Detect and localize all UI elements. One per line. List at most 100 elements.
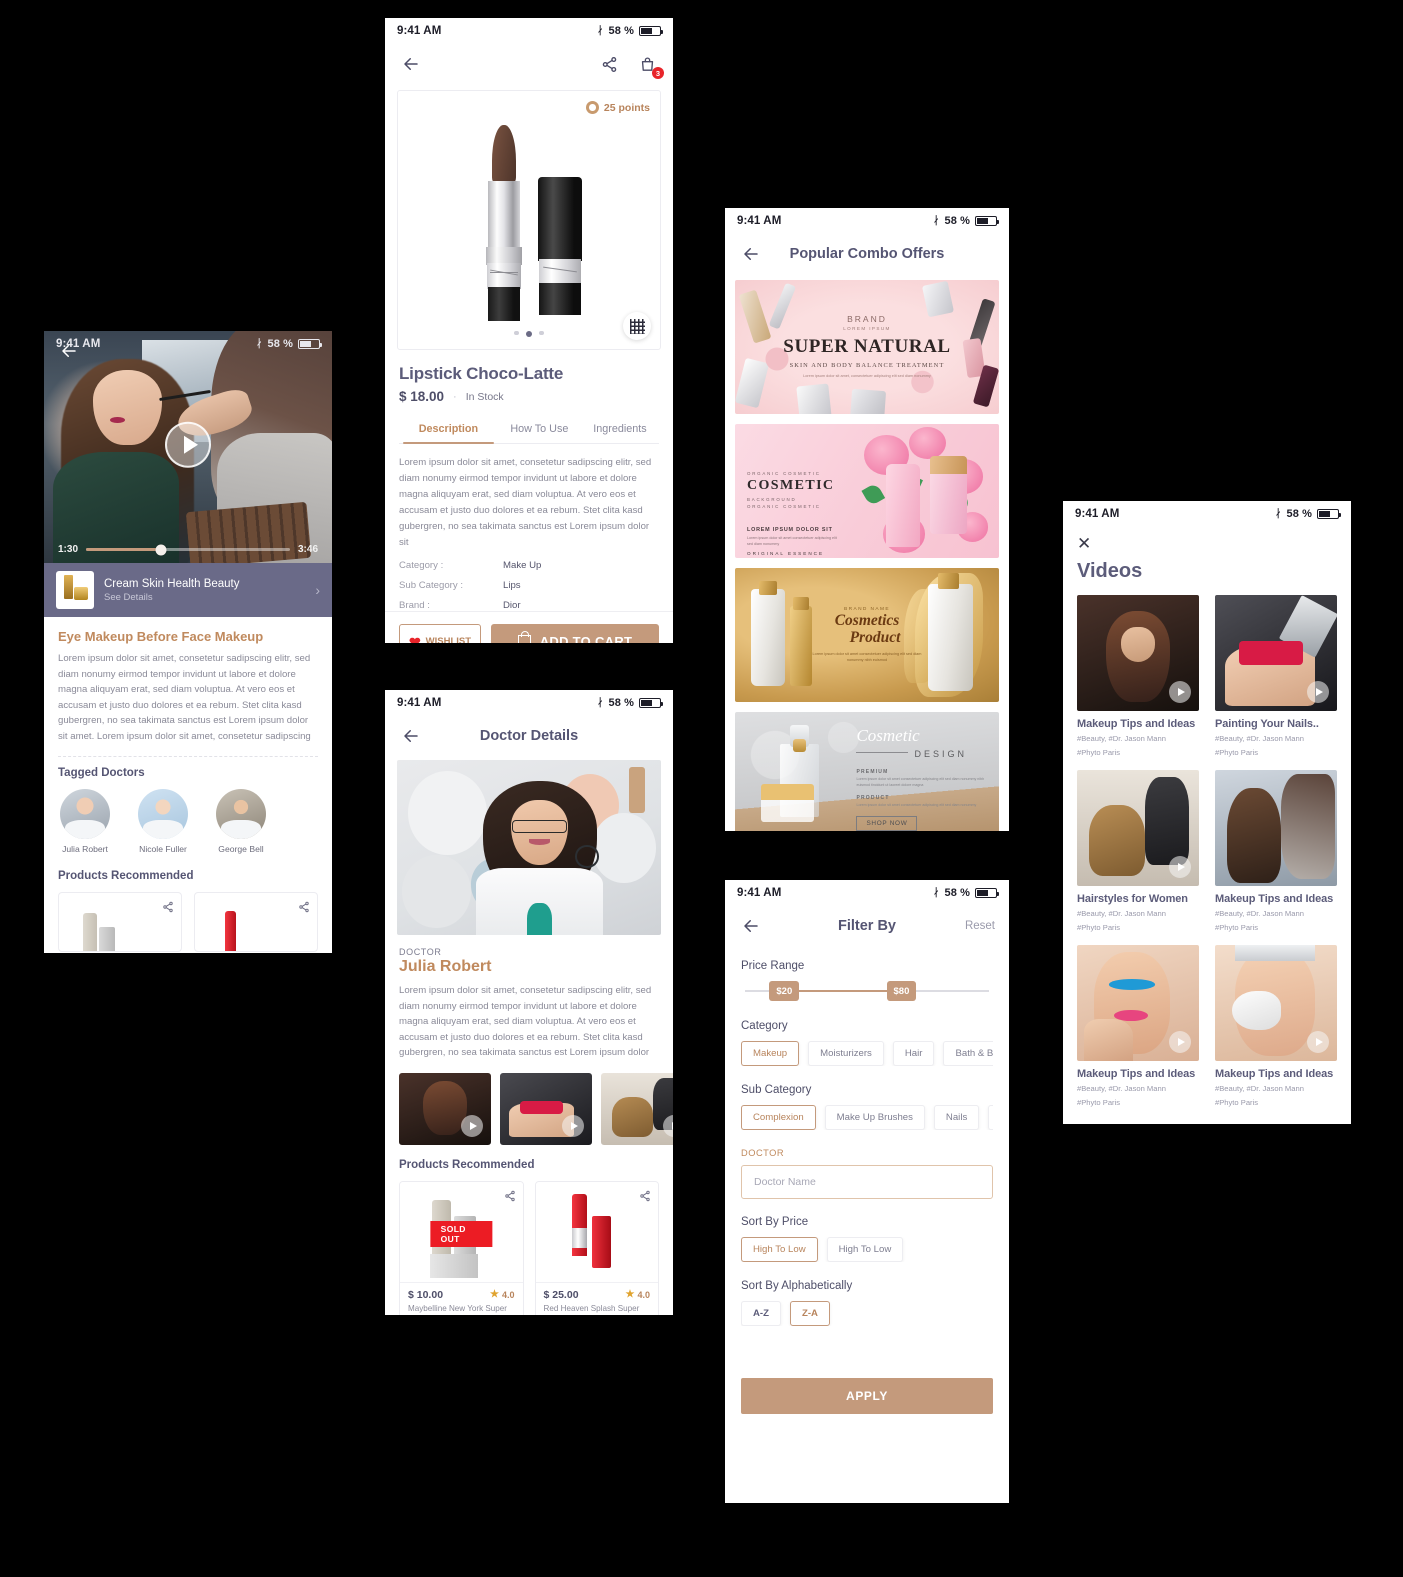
share-icon[interactable] xyxy=(504,1189,516,1207)
play-icon[interactable] xyxy=(1307,681,1329,703)
offer-banner[interactable]: BRAND LOREM IPSUM SUPER NATURAL SKIN AND… xyxy=(735,280,999,414)
product-card[interactable] xyxy=(58,892,182,953)
shop-now-button[interactable]: SHOP NOW xyxy=(856,816,918,831)
banner-key-2: PRODUCT xyxy=(856,795,890,802)
share-icon[interactable] xyxy=(639,1189,651,1207)
model-left-face xyxy=(92,370,163,445)
doctor-chip[interactable]: Julia Robert xyxy=(58,789,112,854)
screen-video-detail: 9:41 AM ᛅ 58 % 1:30 3:46 Cream Skin Heal… xyxy=(44,331,332,953)
video-thumbnail[interactable] xyxy=(399,1072,491,1145)
video-tags-line-1: #Beauty, #Dr. Jason Mann xyxy=(1077,1083,1166,1093)
back-button[interactable] xyxy=(739,914,763,938)
chip-category-makeup[interactable]: Makeup xyxy=(741,1041,800,1066)
status-time: 9:41 AM xyxy=(737,887,782,899)
wishlist-button[interactable]: ❤ WISHLIST xyxy=(399,623,481,643)
doctor-name-input[interactable] xyxy=(741,1165,993,1199)
promo-subtitle[interactable]: See Details xyxy=(104,592,305,603)
video-card[interactable]: Makeup Tips and Ideas #Beauty, #Dr. Jaso… xyxy=(1077,944,1199,1109)
chip-sub-complexion[interactable]: Complexion xyxy=(741,1105,816,1130)
video-card[interactable]: Makeup Tips and Ideas #Beauty, #Dr. Jaso… xyxy=(1215,944,1337,1109)
video-card[interactable]: Makeup Tips and Ideas #Beauty, #Dr. Jaso… xyxy=(1077,595,1199,759)
play-icon[interactable] xyxy=(165,421,211,468)
play-icon[interactable] xyxy=(461,1114,483,1137)
offer-banner[interactable]: ORGANIC COSMETIC COSMETIC BACKGROUND ORG… xyxy=(735,424,999,558)
play-icon[interactable] xyxy=(1169,855,1191,878)
chip-sort-a-z[interactable]: A-Z xyxy=(741,1301,781,1326)
gallery-dot[interactable] xyxy=(514,330,519,335)
product-gallery[interactable]: 25 points xyxy=(397,90,661,350)
add-to-cart-button[interactable]: ADD TO CART xyxy=(491,623,659,643)
doctor-chip[interactable]: Nicole Fuller xyxy=(136,789,190,854)
banner-body: Lorem ipsum dolor sit amet, consectetuer… xyxy=(803,374,931,379)
doctor-name: Julia Robert xyxy=(399,958,492,975)
share-icon[interactable] xyxy=(298,900,310,918)
progress-track[interactable] xyxy=(86,544,290,555)
close-icon[interactable]: ✕ xyxy=(1063,527,1351,552)
gallery-pagination[interactable] xyxy=(398,330,660,337)
product-card[interactable] xyxy=(194,892,318,953)
product-info: Lipstick Choco-Latte $ 18.00 · In Stock … xyxy=(385,350,673,611)
gallery-dot[interactable] xyxy=(539,330,544,335)
price-range-slider[interactable]: $20 $80 xyxy=(745,980,989,1002)
video-thumbnail[interactable] xyxy=(1215,595,1337,711)
video-thumbnail[interactable] xyxy=(1077,944,1199,1061)
points-badge: 25 points xyxy=(585,101,650,114)
video-thumbnail[interactable] xyxy=(1077,769,1199,886)
chip-category-moisturizers[interactable]: Moisturizers xyxy=(808,1041,884,1066)
video-scrubber[interactable]: 1:30 3:46 xyxy=(44,544,332,555)
product-card[interactable]: $ 25.00 ★ 4.0 Red Heaven Splash Super Ma… xyxy=(534,1180,659,1315)
play-icon[interactable] xyxy=(562,1114,584,1137)
chip-sort-z-a[interactable]: Z-A xyxy=(789,1301,830,1326)
qr-code-icon[interactable] xyxy=(623,312,651,340)
video-thumbnail[interactable] xyxy=(500,1072,592,1145)
reset-button[interactable]: Reset xyxy=(965,920,995,932)
play-icon[interactable] xyxy=(1169,1030,1191,1053)
share-icon[interactable] xyxy=(162,900,174,918)
video-thumbnail[interactable] xyxy=(1215,769,1337,886)
video-thumbnail[interactable] xyxy=(1215,944,1337,1061)
status-bar: 9:41 AM ᛅ 58 % xyxy=(385,18,673,44)
apply-button[interactable]: APPLY xyxy=(741,1378,993,1414)
share-icon[interactable] xyxy=(597,52,621,76)
video-card[interactable]: Hairstyles for Women #Beauty, #Dr. Jason… xyxy=(1077,769,1199,934)
product-card[interactable]: SOLD OUT $ 10.00 ★ 4.0 Maybelline New Yo… xyxy=(399,1180,524,1315)
doctor-name: Nicole Fuller xyxy=(139,844,187,855)
chip-category-bath-body[interactable]: Bath & Body xyxy=(943,1041,993,1066)
video-card[interactable]: Makeup Tips and Ideas #Beauty, #Dr. Jaso… xyxy=(1215,769,1337,934)
video-thumbnail[interactable] xyxy=(1077,595,1199,711)
slider-thumb-max[interactable]: $80 xyxy=(886,981,917,1001)
sort-alphabetically-label: Sort By Alphabetically xyxy=(741,1280,853,1292)
chip-sub-makeup-brushes[interactable]: Make Up Brushes xyxy=(824,1105,925,1130)
back-button[interactable] xyxy=(399,52,423,76)
offer-banner[interactable]: BRAND NAME Cosmetics Product Lorem ipsum… xyxy=(735,568,999,702)
gallery-dot-active[interactable] xyxy=(525,330,533,337)
promo-thumbnail xyxy=(56,571,94,609)
chip-category-hair[interactable]: Hair xyxy=(892,1041,935,1066)
play-icon[interactable] xyxy=(1307,1030,1329,1053)
tab-ingredients[interactable]: Ingredients xyxy=(581,416,659,443)
cart-button[interactable]: 3 xyxy=(635,52,664,79)
doctor-name: Julia Robert xyxy=(62,844,108,855)
progress-knob[interactable] xyxy=(155,544,167,555)
video-card[interactable]: Painting Your Nails.. #Beauty, #Dr. Jaso… xyxy=(1215,595,1337,759)
screen-videos: 9:41 AM ᛅ 58 % ✕ Videos Makeup Tips and … xyxy=(1063,501,1351,1124)
chip-sub-alterna[interactable]: Alterna xyxy=(988,1105,993,1130)
tab-how-to-use[interactable]: How To Use xyxy=(498,416,581,443)
chip-sort-price-high-to-low[interactable]: High To Low xyxy=(826,1237,904,1262)
video-player[interactable]: 9:41 AM ᛅ 58 % 1:30 3:46 xyxy=(44,331,332,563)
play-icon[interactable] xyxy=(1307,855,1329,878)
battery-percent: 58 % xyxy=(608,25,634,37)
chip-sub-nails[interactable]: Nails xyxy=(933,1105,980,1130)
video-thumbnail[interactable] xyxy=(601,1072,673,1145)
play-icon[interactable] xyxy=(1169,681,1191,703)
offer-banner[interactable]: Cosmetic DESIGN PREMIUM Lorem ipsum dolo… xyxy=(735,712,999,831)
promo-banner[interactable]: Cream Skin Health Beauty See Details › xyxy=(44,563,332,617)
back-button[interactable] xyxy=(399,724,423,748)
tab-description[interactable]: Description xyxy=(399,416,498,444)
doctor-chip[interactable]: George Bell xyxy=(214,789,268,854)
meta-key: Brand : xyxy=(399,599,430,611)
slider-thumb-min[interactable]: $20 xyxy=(769,981,800,1001)
play-icon[interactable] xyxy=(663,1114,673,1137)
back-button[interactable] xyxy=(739,242,763,266)
chip-sort-price-high-to-low-selected[interactable]: High To Low xyxy=(741,1237,818,1262)
